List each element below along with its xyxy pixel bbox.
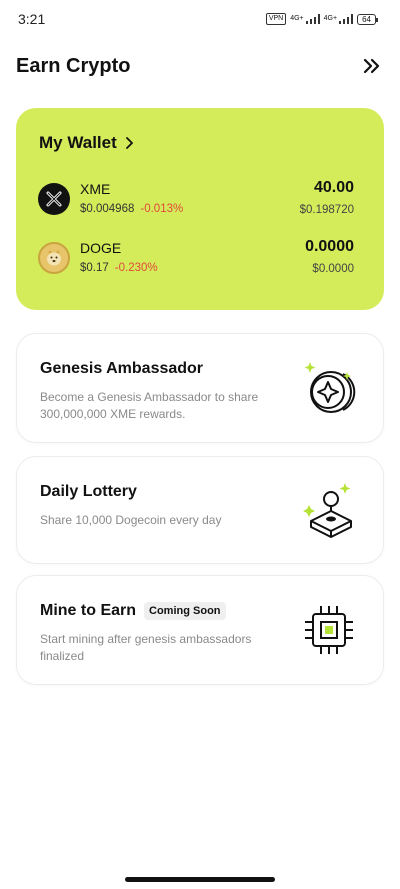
doge-coin-icon [38, 242, 70, 274]
asset-amount: 0.0000 [305, 238, 354, 255]
asset-price-line: $0.17 -0.230% [80, 262, 158, 274]
feature-title-row: Mine to Earn Coming Soon [40, 602, 226, 620]
wallet-header[interactable]: My Wallet [39, 133, 135, 153]
asset-amount: 40.00 [313, 179, 354, 196]
asset-price: $0.17 [80, 262, 109, 274]
genesis-ambassador-card[interactable]: Genesis Ambassador Become a Genesis Amba… [16, 333, 384, 443]
feature-description: Share 10,000 Dogecoin every day [40, 513, 222, 527]
feature-title: Daily Lottery [40, 483, 137, 500]
xme-coin-icon [38, 183, 70, 215]
joystick-icon [301, 481, 357, 541]
battery-icon: 64 [357, 13, 378, 25]
coming-soon-badge: Coming Soon [144, 602, 226, 620]
asset-change: -0.230% [114, 262, 158, 274]
feature-title: Genesis Ambassador [40, 360, 204, 377]
asset-price: $0.004968 [80, 203, 135, 215]
feature-title-row: Genesis Ambassador [40, 360, 203, 378]
wallet-card[interactable]: My Wallet XME $0.004968 -0.013% 40.00 $0.… [16, 108, 384, 310]
asset-value: $0.0000 [312, 263, 354, 275]
signal-icon [339, 14, 354, 24]
asset-symbol: XME [80, 181, 111, 197]
chevron-right-icon [125, 137, 133, 149]
asset-price-line: $0.004968 -0.013% [80, 203, 183, 215]
asset-symbol: DOGE [80, 240, 122, 256]
feature-description: Become a Genesis Ambassador to share 300… [40, 390, 259, 421]
network-label-2: 4G+ [323, 15, 338, 22]
daily-lottery-card[interactable]: Daily Lottery Share 10,000 Dogecoin ever… [16, 456, 384, 564]
feature-description: Start mining after genesis ambassadors f… [40, 632, 252, 663]
double-chevron-right-icon[interactable] [360, 54, 384, 78]
status-icons: VPN 4G+ 4G+ 64 [265, 13, 378, 25]
coins-sparkle-icon [301, 358, 357, 418]
network-label-1: 4G+ [290, 15, 304, 22]
asset-change: -0.013% [140, 203, 184, 215]
feature-title: Mine to Earn [40, 602, 137, 619]
asset-row-xme[interactable]: XME $0.004968 -0.013% 40.00 $0.198720 [38, 179, 354, 219]
status-time: 3:21 [18, 11, 46, 27]
vpn-indicator: VPN [265, 13, 287, 25]
mine-to-earn-card[interactable]: Mine to Earn Coming Soon Start mining af… [16, 575, 384, 685]
wallet-title: My Wallet [39, 133, 117, 152]
signal-icon [305, 14, 320, 24]
asset-row-doge[interactable]: DOGE $0.17 -0.230% 0.0000 $0.0000 [38, 238, 354, 278]
asset-value: $0.198720 [299, 204, 354, 216]
header: Earn Crypto [0, 48, 400, 88]
chip-icon [301, 600, 357, 660]
status-bar: 3:21 VPN 4G+ 4G+ 64 [0, 0, 400, 38]
feature-title-row: Daily Lottery [40, 483, 137, 501]
page-title: Earn Crypto [16, 55, 131, 77]
home-indicator[interactable] [125, 877, 275, 882]
